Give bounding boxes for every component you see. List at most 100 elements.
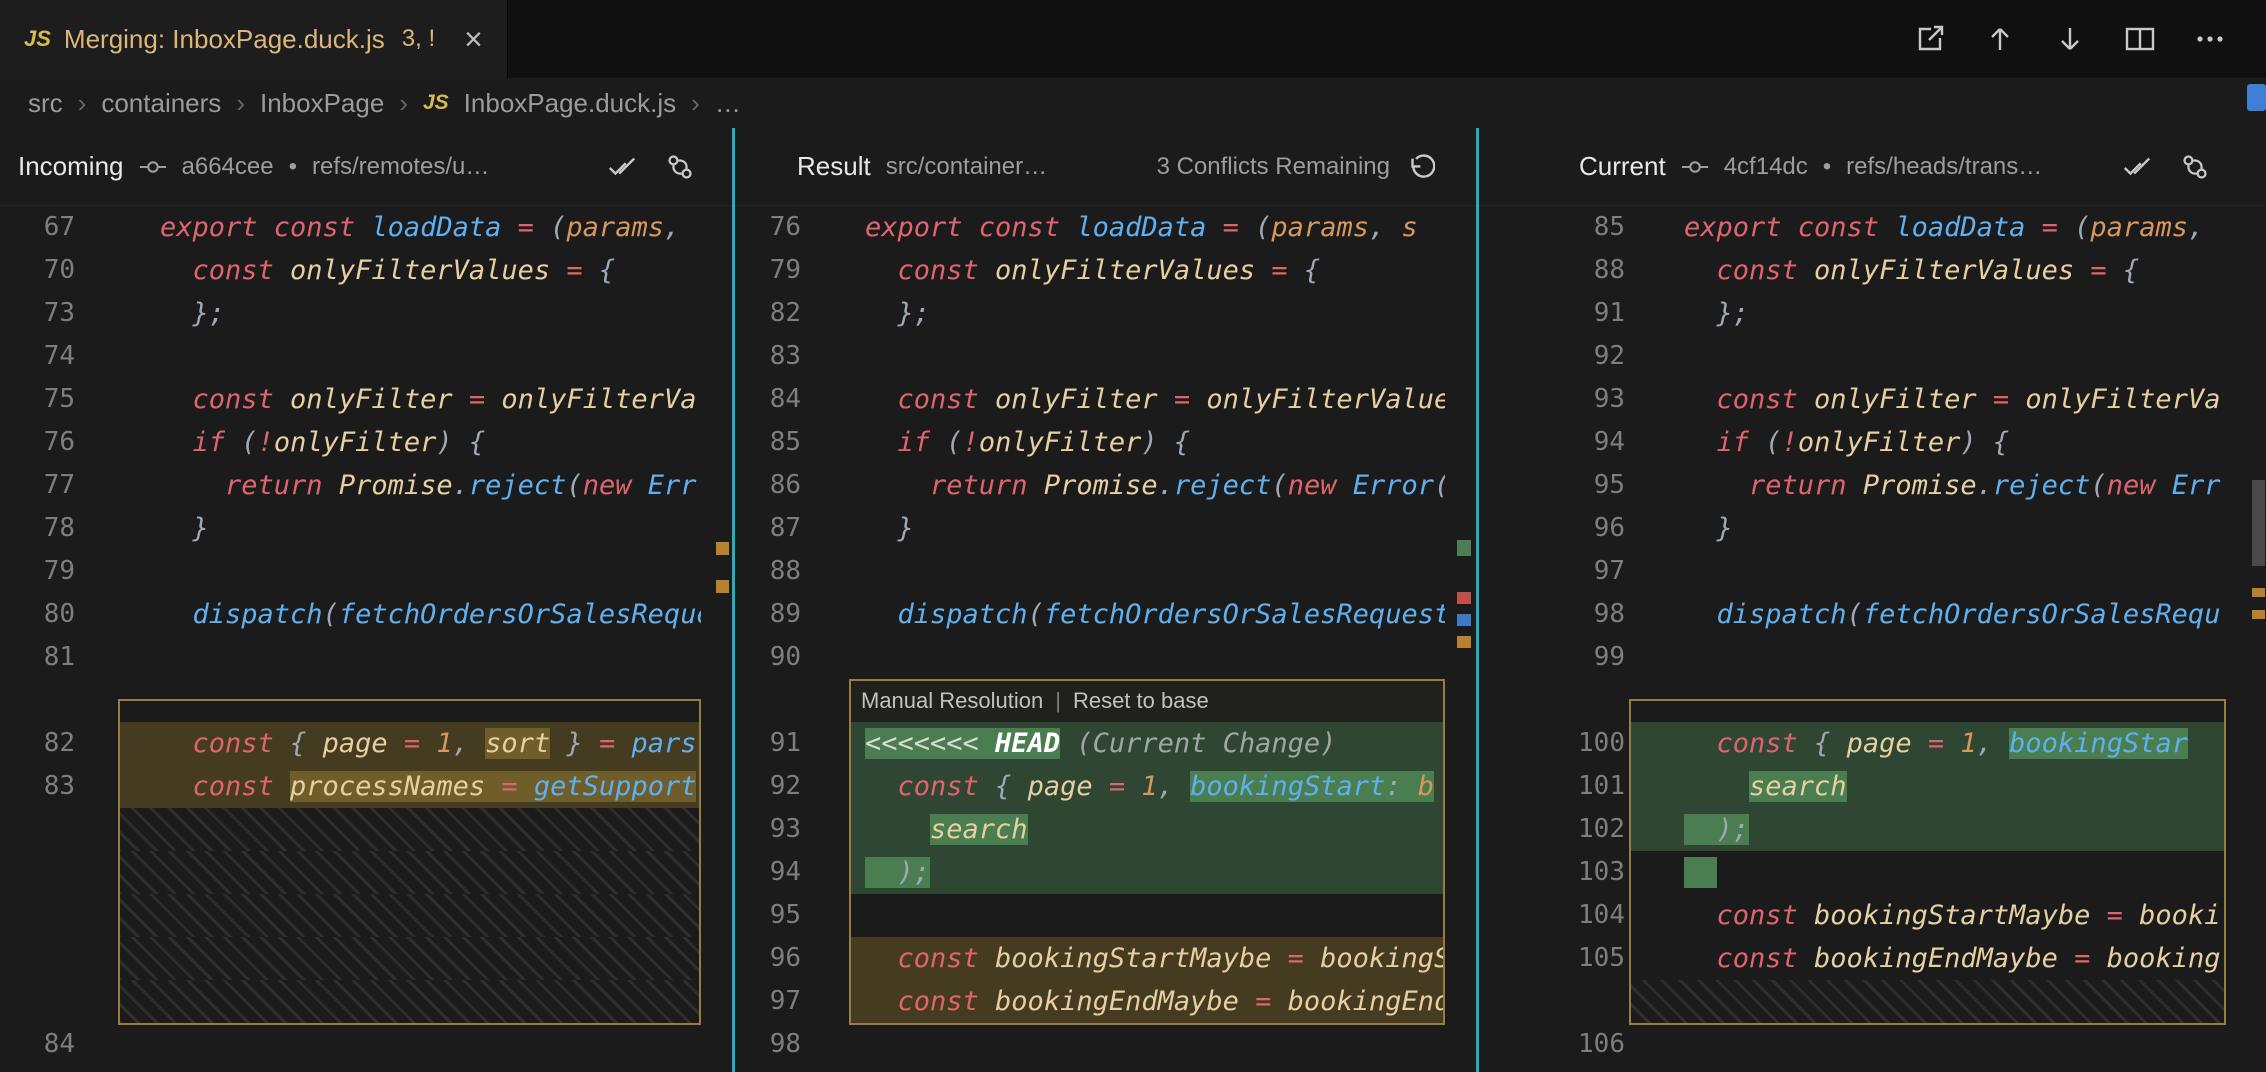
code-line[interactable]: 91<<<<<<< HEAD (Current Change) <box>735 722 1479 765</box>
more-actions-icon[interactable] <box>2194 23 2226 55</box>
code-line[interactable]: 102 ); <box>1479 808 2266 851</box>
code-text <box>1684 1023 2226 1066</box>
code-line[interactable]: 100 const { page = 1, bookingStar <box>1479 722 2266 765</box>
code-line[interactable]: 80 dispatch(fetchOrdersOrSalesReque <box>0 593 735 636</box>
deleted-lines-placeholder <box>1479 980 2266 1023</box>
line-number: 80 <box>0 593 75 636</box>
overview-ruler-mark <box>716 580 729 593</box>
breadcrumb: src›containers›InboxPage›JSInboxPage.duc… <box>0 78 2266 128</box>
code-line[interactable]: 73 }; <box>0 292 735 335</box>
accept-all-changes-icon[interactable] <box>2122 152 2152 182</box>
code-line[interactable]: 101 search <box>1479 765 2266 808</box>
breadcrumb-item[interactable]: src <box>28 88 63 119</box>
code-line[interactable]: 90 <box>735 636 1479 679</box>
tab-title: Merging: InboxPage.duck.js <box>64 24 385 55</box>
code-line[interactable]: 104 const bookingStartMaybe = booki <box>1479 894 2266 937</box>
code-line[interactable]: 94 ); <box>735 851 1479 894</box>
reset-to-base-action[interactable]: Reset to base <box>1073 688 1209 714</box>
javascript-file-icon: JS <box>423 91 449 115</box>
code-line[interactable]: 79 const onlyFilterValues = { <box>735 249 1479 292</box>
code-line[interactable]: 70 const onlyFilterValues = { <box>0 249 735 292</box>
code-line[interactable]: 97 const bookingEndMaybe = bookingEnd <box>735 980 1479 1023</box>
code-line[interactable]: 83 <box>735 335 1479 378</box>
code-line[interactable]: 67export const loadData = (params, <box>0 206 735 249</box>
code-line[interactable]: 75 const onlyFilter = onlyFilterVa <box>0 378 735 421</box>
code-line[interactable]: 88 <box>735 550 1479 593</box>
code-line[interactable]: 92 <box>1479 335 2266 378</box>
code-text <box>1684 335 2226 378</box>
code-line[interactable]: 82 const { page = 1, sort } = pars <box>0 722 735 765</box>
code-line[interactable]: 85 if (!onlyFilter) { <box>735 421 1479 464</box>
line-number: 96 <box>1479 507 1625 550</box>
code-line[interactable]: 97 <box>1479 550 2266 593</box>
code-line[interactable]: 84 <box>0 1023 735 1066</box>
breadcrumb-item[interactable]: … <box>715 88 741 119</box>
accept-all-changes-icon[interactable] <box>607 152 637 182</box>
code-line[interactable]: 77 return Promise.reject(new Err <box>0 464 735 507</box>
breadcrumb-item[interactable]: InboxPage.duck.js <box>464 88 676 119</box>
code-line[interactable]: 92 const { page = 1, bookingStart: b <box>735 765 1479 808</box>
git-compare-icon[interactable] <box>665 152 695 182</box>
breadcrumb-item[interactable]: InboxPage <box>260 88 384 119</box>
tab-problems-badge: 3, ! <box>402 25 435 53</box>
line-number: 83 <box>0 765 75 808</box>
line-number: 94 <box>1479 421 1625 464</box>
tab-merging-file[interactable]: JS Merging: InboxPage.duck.js 3, ! × <box>0 0 508 78</box>
code-line[interactable]: 98 dispatch(fetchOrdersOrSalesRequ <box>1479 593 2266 636</box>
alignment-spacer <box>0 679 735 722</box>
git-commit-icon <box>139 153 167 181</box>
code-line[interactable]: 95 return Promise.reject(new Err <box>1479 464 2266 507</box>
branch-ref: refs/remotes/u… <box>312 153 489 181</box>
code-line[interactable]: 98 <box>735 1023 1479 1066</box>
code-line[interactable]: 76 if (!onlyFilter) { <box>0 421 735 464</box>
code-line[interactable]: 95 <box>735 894 1479 937</box>
line-number: 79 <box>735 249 801 292</box>
breadcrumb-item[interactable]: containers <box>101 88 221 119</box>
code-line[interactable]: 91 }; <box>1479 292 2266 335</box>
line-number: 105 <box>1479 937 1625 980</box>
code-line[interactable]: 81 <box>0 636 735 679</box>
code-line[interactable]: 96 const bookingStartMaybe = bookingS <box>735 937 1479 980</box>
code-line[interactable]: 85export const loadData = (params, <box>1479 206 2266 249</box>
scrollbar-thumb[interactable] <box>2252 480 2265 566</box>
code-text <box>865 550 1445 593</box>
code-line[interactable]: 103 <box>1479 851 2266 894</box>
code-line[interactable]: 105 const bookingEndMaybe = booking <box>1479 937 2266 980</box>
split-editor-icon[interactable] <box>2124 23 2156 55</box>
code-line[interactable]: 86 return Promise.reject(new Error( <box>735 464 1479 507</box>
code-line[interactable]: 87 } <box>735 507 1479 550</box>
breadcrumb-separator: › <box>399 88 408 119</box>
code-line[interactable]: 79 <box>0 550 735 593</box>
open-file-icon[interactable] <box>1914 23 1946 55</box>
code-text <box>865 335 1445 378</box>
close-icon[interactable]: × <box>464 23 483 55</box>
editor-sash[interactable] <box>1476 128 1479 1072</box>
git-compare-icon[interactable] <box>2180 152 2210 182</box>
code-text <box>1684 550 2226 593</box>
code-line[interactable]: 78 } <box>0 507 735 550</box>
code-line[interactable]: 74 <box>0 335 735 378</box>
separator-dot: • <box>1823 153 1831 181</box>
next-conflict-icon[interactable] <box>2054 23 2086 55</box>
code-text <box>160 335 701 378</box>
manual-resolution-label[interactable]: Manual Resolution <box>861 688 1043 714</box>
code-line[interactable]: 99 <box>1479 636 2266 679</box>
code-line[interactable]: 76export const loadData = (params, s <box>735 206 1479 249</box>
code-line[interactable]: 82 }; <box>735 292 1479 335</box>
line-number: 97 <box>1479 550 1625 593</box>
code-text: export const loadData = (params, <box>160 206 701 249</box>
code-line[interactable]: 88 const onlyFilterValues = { <box>1479 249 2266 292</box>
result-file-path: src/container… <box>886 153 1047 181</box>
code-line[interactable]: 93 search <box>735 808 1479 851</box>
code-line[interactable]: 96 } <box>1479 507 2266 550</box>
code-line[interactable]: 89 dispatch(fetchOrdersOrSalesRequest <box>735 593 1479 636</box>
previous-conflict-icon[interactable] <box>1984 23 2016 55</box>
undo-icon[interactable] <box>1405 152 1435 182</box>
editor-sash[interactable] <box>732 128 735 1072</box>
code-line[interactable]: 83 const processNames = getSupport <box>0 765 735 808</box>
code-line[interactable]: 93 const onlyFilter = onlyFilterVa <box>1479 378 2266 421</box>
code-line[interactable]: 94 if (!onlyFilter) { <box>1479 421 2266 464</box>
code-line[interactable]: 106 <box>1479 1023 2266 1066</box>
line-number: 86 <box>735 464 801 507</box>
code-line[interactable]: 84 const onlyFilter = onlyFilterValue <box>735 378 1479 421</box>
